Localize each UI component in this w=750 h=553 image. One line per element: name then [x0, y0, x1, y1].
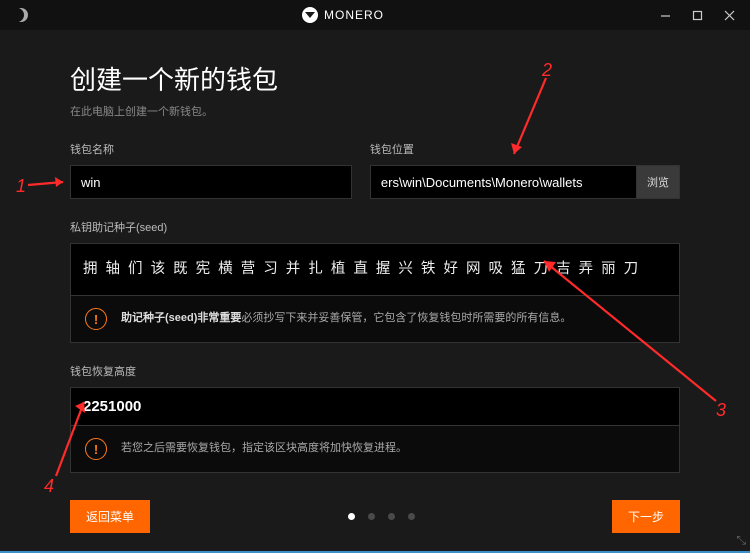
browse-button[interactable]: 浏览: [637, 165, 680, 199]
wallet-location-input[interactable]: [370, 165, 637, 199]
main-content: 创建一个新的钱包 在此电脑上创建一个新钱包。 钱包名称 钱包位置 浏览 私钥助记…: [0, 30, 750, 473]
step-dot: [348, 513, 355, 520]
wallet-name-input[interactable]: [70, 165, 352, 199]
step-dot: [408, 513, 415, 520]
moon-icon: [14, 8, 28, 22]
page-subtitle: 在此电脑上创建一个新钱包。: [70, 103, 680, 119]
seed-label: 私钥助记种子(seed): [70, 219, 680, 235]
app-title: MONERO: [324, 8, 384, 22]
annotation-number: 4: [44, 476, 54, 497]
theme-toggle[interactable]: [6, 3, 36, 27]
step-dot: [368, 513, 375, 520]
restore-height-input[interactable]: 2251000: [70, 387, 680, 426]
seed-notice-strong: 助记种子(seed)非常重要: [121, 312, 241, 324]
wallet-location-label: 钱包位置: [370, 141, 680, 157]
step-indicator: [348, 513, 415, 520]
warning-icon: !: [85, 308, 107, 330]
back-button[interactable]: 返回菜单: [70, 500, 150, 533]
seed-notice-text: 必须抄写下来并妥善保管，它包含了恢复钱包时所需要的所有信息。: [241, 312, 571, 324]
restore-notice-text: 若您之后需要恢复钱包，指定该区块高度将加快恢复进程。: [121, 441, 407, 456]
monero-logo-icon: [302, 7, 318, 23]
close-button[interactable]: [714, 3, 744, 27]
wallet-name-label: 钱包名称: [70, 141, 352, 157]
minimize-button[interactable]: [650, 3, 680, 27]
titlebar: MONERO: [0, 0, 750, 30]
restore-notice: ! 若您之后需要恢复钱包，指定该区块高度将加快恢复进程。: [70, 426, 680, 473]
restore-height-label: 钱包恢复高度: [70, 363, 680, 379]
step-dot: [388, 513, 395, 520]
next-button[interactable]: 下一步: [612, 500, 680, 533]
wizard-footer: 返回菜单 下一步: [0, 500, 750, 533]
seed-notice: ! 助记种子(seed)非常重要必须抄写下来并妥善保管，它包含了恢复钱包时所需要…: [70, 296, 680, 343]
seed-display[interactable]: 拥 轴 们 该 既 宪 横 营 习 并 扎 植 直 握 兴 铁 好 网 吸 猛 …: [70, 243, 680, 296]
maximize-button[interactable]: [682, 3, 712, 27]
page-title: 创建一个新的钱包: [70, 60, 680, 97]
resize-grip-icon[interactable]: ⤡: [736, 533, 746, 548]
warning-icon: !: [85, 438, 107, 460]
